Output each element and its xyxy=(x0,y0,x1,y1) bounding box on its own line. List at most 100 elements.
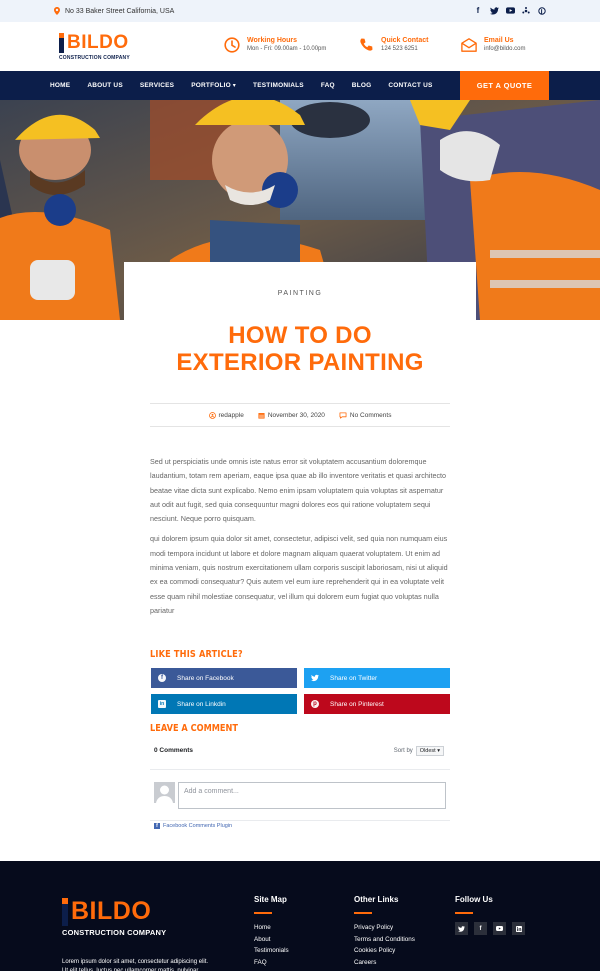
address-text: No 33 Baker Street California, USA xyxy=(65,7,175,15)
facebook-icon[interactable]: f xyxy=(474,7,482,15)
share-facebook-button[interactable]: f Share on Facebook xyxy=(151,668,297,688)
chevron-down-icon: ▾ xyxy=(437,748,440,754)
envelope-icon xyxy=(461,38,477,52)
facebook-icon[interactable]: f xyxy=(474,922,487,935)
calendar-icon xyxy=(258,412,265,419)
footer-sitemap: Site Map Home About Testimonials FAQ xyxy=(254,895,289,968)
footer-link-privacy[interactable]: Privacy Policy xyxy=(354,922,415,934)
footer-social-links: f xyxy=(455,922,525,935)
logo-text: BILDO xyxy=(67,32,129,53)
footer-description: Lorem ipsum dolor sit amet, consectetur … xyxy=(62,959,209,971)
post-paragraph: Sed ut perspiciatis unde omnis iste natu… xyxy=(150,457,447,524)
footer-link-faq[interactable]: FAQ xyxy=(254,957,289,969)
post-author[interactable]: redapple xyxy=(208,411,244,419)
footer-link-careers[interactable]: Careers xyxy=(354,957,415,969)
linkedin-icon: in xyxy=(158,700,166,708)
footer-logo-text: BILDO xyxy=(71,897,152,925)
comment-icon xyxy=(339,411,347,419)
share-facebook-label: Share on Facebook xyxy=(177,674,234,682)
working-hours: Working Hours Mon - Fri: 09.00am - 10.00… xyxy=(224,37,326,53)
sort-label: Sort by xyxy=(393,748,413,754)
share-linkedin-button[interactable]: in Share on Linkdin xyxy=(151,694,297,714)
post-title-line-2: EXTERIOR PAINTING xyxy=(176,349,424,376)
site-logo[interactable]: BILDO CONSTRUCTION COMPANY xyxy=(59,32,130,61)
post-body: Sed ut perspiciatis unde omnis iste natu… xyxy=(150,455,450,624)
share-pinterest-button[interactable]: p Share on Pinterest xyxy=(304,694,450,714)
pinterest-icon[interactable] xyxy=(538,7,546,15)
post-paragraph: qui dolorem ipsum quia dolor sit amet, c… xyxy=(150,534,448,615)
nav-faq[interactable]: FAQ xyxy=(321,82,335,89)
youtube-icon[interactable] xyxy=(506,7,515,15)
site-footer: BILDO CONSTRUCTION COMPANY Lorem ipsum d… xyxy=(0,861,600,971)
user-icon xyxy=(208,411,216,419)
yelp-icon[interactable] xyxy=(522,7,530,15)
youtube-icon[interactable] xyxy=(493,922,506,935)
sort-value: Oldest xyxy=(419,748,436,754)
heading-underline xyxy=(354,912,372,914)
follow-title: Follow Us xyxy=(455,895,493,904)
site-header: BILDO CONSTRUCTION COMPANY Working Hours… xyxy=(0,22,600,71)
footer-follow: Follow Us f xyxy=(455,895,525,935)
footer-link-testimonials[interactable]: Testimonials xyxy=(254,945,289,957)
twitter-icon xyxy=(311,674,319,682)
post-date-text: November 30, 2020 xyxy=(267,411,325,419)
pinterest-icon: p xyxy=(311,700,319,708)
facebook-comments: 0 Comments Sort by Oldest ▾ Add a commen… xyxy=(150,742,450,837)
heading-underline xyxy=(455,912,473,914)
comments-heading: LEAVE A COMMENT xyxy=(150,723,238,734)
share-pinterest-label: Share on Pinterest xyxy=(330,700,384,708)
logo-subtitle: CONSTRUCTION COMPANY xyxy=(59,55,130,61)
sitemap-title: Site Map xyxy=(254,895,287,904)
facebook-icon: f xyxy=(154,823,160,829)
sort-control: Sort by Oldest ▾ xyxy=(394,746,444,756)
top-bar: No 33 Baker Street California, USA f xyxy=(0,0,600,22)
post-date[interactable]: November 30, 2020 xyxy=(258,412,325,419)
facebook-comments-plugin-link[interactable]: f Facebook Comments Plugin xyxy=(154,823,232,829)
footer-link-home[interactable]: Home xyxy=(254,922,289,934)
twitter-icon[interactable] xyxy=(455,922,468,935)
social-links: f xyxy=(474,7,546,15)
footer-link-terms[interactable]: Terms and Conditions xyxy=(354,934,415,946)
other-links-title: Other Links xyxy=(354,895,399,904)
sort-select[interactable]: Oldest ▾ xyxy=(415,746,444,756)
share-twitter-label: Share on Twitter xyxy=(330,674,378,682)
footer-link-about[interactable]: About xyxy=(254,934,289,946)
nav-about-us[interactable]: ABOUT US xyxy=(87,82,123,89)
linkedin-icon[interactable] xyxy=(512,922,525,935)
nav-testimonials[interactable]: TESTIMONIALS xyxy=(253,82,304,89)
share-twitter-button[interactable]: Share on Twitter xyxy=(304,668,450,688)
main-nav: HOME ABOUT US SERVICES PORTFOLIO TESTIMO… xyxy=(0,71,600,100)
working-hours-value: Mon - Fri: 09.00am - 10.00pm xyxy=(247,46,327,52)
post-category[interactable]: PAINTING xyxy=(0,290,600,297)
plugin-label: Facebook Comments Plugin xyxy=(163,823,233,829)
get-a-quote-button[interactable]: GET A QUOTE xyxy=(460,71,549,100)
quick-contact-title: Quick Contact xyxy=(381,37,429,44)
comment-input[interactable]: Add a comment... xyxy=(178,782,446,809)
footer-logo[interactable]: BILDO CONSTRUCTION COMPANY xyxy=(62,897,166,937)
nav-home[interactable]: HOME xyxy=(50,82,70,89)
location-pin-icon xyxy=(54,7,60,15)
post-title-line-1: HOW TO DO xyxy=(228,322,372,349)
share-heading: LIKE THIS ARTICLE? xyxy=(150,649,243,660)
phone-icon xyxy=(360,38,373,51)
logo-mark xyxy=(62,897,68,926)
nav-contact-us[interactable]: CONTACT US xyxy=(388,82,432,89)
footer-link-cookies[interactable]: Cookies Policy xyxy=(354,945,415,957)
working-hours-title: Working Hours xyxy=(247,37,298,44)
quick-contact: Quick Contact 124 523 6251 xyxy=(358,37,428,53)
nav-portfolio[interactable]: PORTFOLIO xyxy=(191,82,236,89)
divider xyxy=(150,769,450,770)
twitter-icon[interactable] xyxy=(490,7,499,15)
clock-icon xyxy=(224,37,240,53)
avatar xyxy=(154,782,175,803)
email-us: Email Us info@bildo.com xyxy=(461,37,525,53)
share-linkedin-label: Share on Linkdin xyxy=(177,700,226,708)
nav-blog[interactable]: BLOG xyxy=(352,82,372,89)
quick-contact-value[interactable]: 124 523 6251 xyxy=(381,46,428,52)
post-comments-count[interactable]: No Comments xyxy=(339,411,391,419)
post-title: HOW TO DO EXTERIOR PAINTING xyxy=(0,322,600,376)
footer-logo-subtitle: CONSTRUCTION COMPANY xyxy=(62,928,167,937)
nav-services[interactable]: SERVICES xyxy=(140,82,174,89)
email-value[interactable]: info@bildo.com xyxy=(484,46,525,52)
email-title: Email Us xyxy=(484,37,514,44)
